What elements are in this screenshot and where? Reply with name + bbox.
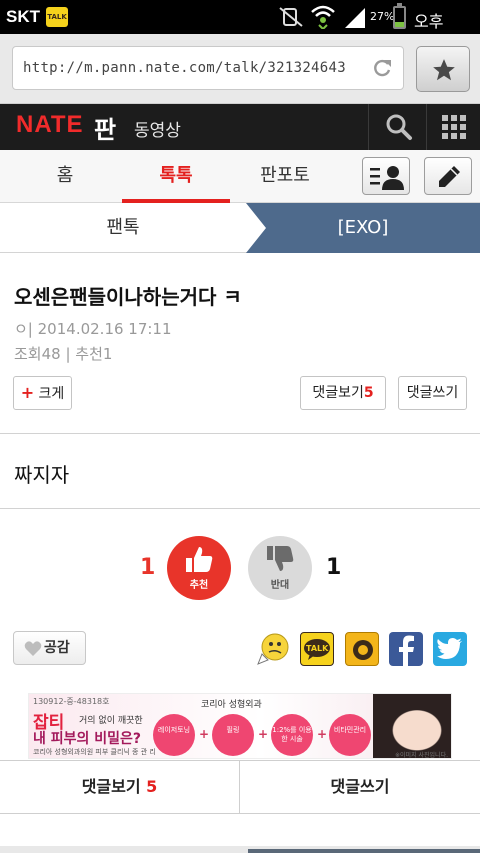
ad-plus: + bbox=[258, 727, 269, 741]
view-comments-button[interactable]: 댓글보기5 bbox=[300, 376, 386, 410]
tab-label: 홈 bbox=[56, 165, 74, 186]
my-page-button[interactable] bbox=[362, 157, 410, 195]
page-footer-strip bbox=[0, 846, 480, 853]
post-body: 짜지자 bbox=[14, 463, 70, 487]
view-comments-label: 댓글보기 bbox=[81, 777, 141, 796]
battery-percent: 27% bbox=[370, 10, 395, 23]
breadcrumb-parent[interactable]: 팬톡 bbox=[0, 203, 246, 253]
thumbs-up-icon bbox=[186, 547, 213, 572]
bottom-view-comments-button[interactable]: 댓글보기 5 bbox=[0, 761, 239, 814]
ad-line3: 코리아 성형외과의원 피부 클리닉 종 관 리 bbox=[33, 748, 156, 756]
url-text: http://m.pann.nate.com/talk/321324643 bbox=[23, 60, 346, 76]
battery-icon bbox=[393, 3, 406, 29]
kakaotalk-share-button[interactable]: TALK bbox=[300, 632, 334, 666]
kakaostory-icon bbox=[353, 640, 373, 660]
author-mark: ㅇ| bbox=[14, 320, 33, 338]
main-tabs: 홈 톡톡 판포토 bbox=[0, 150, 480, 203]
breadcrumb: 팬톡 [EXO] bbox=[0, 203, 480, 253]
post-meta: ㅇ| 2014.02.16 17:11 bbox=[14, 318, 172, 339]
grid-menu-icon[interactable] bbox=[442, 115, 466, 139]
tab-label: 톡톡 bbox=[159, 165, 193, 186]
emoticon-icon bbox=[257, 633, 289, 665]
divider bbox=[0, 508, 480, 509]
tab-label: 판포토 bbox=[260, 165, 310, 186]
header-divider bbox=[368, 104, 369, 150]
ad-plus: + bbox=[317, 727, 328, 741]
oppose-count: 1 bbox=[326, 555, 342, 580]
post-stats: 조회48 | 추천1 bbox=[14, 345, 113, 363]
like-label: 공감 bbox=[44, 640, 70, 656]
browser-toolbar: http://m.pann.nate.com/talk/321324643 bbox=[0, 34, 480, 104]
kakaotalk-label: TALK bbox=[306, 644, 329, 653]
view-comments-label: 댓글보기 bbox=[312, 385, 364, 401]
mute-vibrate-icon bbox=[279, 7, 303, 27]
breadcrumb-current[interactable]: [EXO] bbox=[246, 203, 480, 253]
search-icon[interactable] bbox=[385, 113, 413, 141]
status-bar: SKT TALK 27% 오후 5:14 bbox=[0, 0, 480, 51]
post-date: 2014.02.16 17:11 bbox=[37, 320, 172, 338]
nate-logo[interactable]: NATE bbox=[16, 111, 84, 139]
comment-count: 5 bbox=[363, 385, 374, 401]
ad-code: 130912-중-48318호 bbox=[33, 697, 110, 706]
write-comment-button[interactable]: 댓글쓰기 bbox=[398, 376, 467, 410]
twitter-icon bbox=[437, 638, 462, 659]
post-title: 오센은팬들이나하는거다 ㅋ bbox=[14, 285, 242, 309]
my-profile-icon bbox=[370, 166, 404, 190]
video-link[interactable]: 동영상 bbox=[134, 116, 181, 141]
kakaotalk-notification-icon: TALK bbox=[46, 7, 68, 27]
thumbs-down-icon bbox=[267, 546, 294, 571]
emoticon-share-button[interactable] bbox=[256, 632, 290, 666]
facebook-share-button[interactable] bbox=[389, 632, 423, 666]
ad-step: 1:2%를 이용한 시술 bbox=[271, 714, 313, 756]
divider bbox=[0, 433, 480, 434]
oppose-button[interactable]: 반대 bbox=[248, 536, 312, 600]
ad-step: 필링 bbox=[212, 714, 254, 756]
wifi-icon bbox=[311, 5, 335, 29]
header-divider bbox=[426, 104, 427, 150]
ad-step: 레이저토닝 bbox=[153, 714, 195, 756]
font-size-label: 크게 bbox=[38, 386, 65, 402]
ad-clinic: 코리아 성형외과 bbox=[201, 700, 262, 710]
recommend-label: 추천 bbox=[189, 580, 209, 591]
write-comment-label: 댓글쓰기 bbox=[406, 385, 459, 401]
url-field[interactable]: http://m.pann.nate.com/talk/321324643 bbox=[12, 46, 404, 90]
write-button[interactable] bbox=[424, 157, 472, 195]
comment-count: 5 bbox=[146, 777, 158, 796]
bottom-write-comment-button[interactable]: 댓글쓰기 bbox=[240, 761, 480, 814]
ad-headline-sub: 거의 없이 깨끗한 bbox=[79, 716, 143, 726]
like-button[interactable]: 공감 bbox=[13, 631, 86, 665]
tab-talk[interactable]: 톡톡 bbox=[122, 150, 230, 203]
font-size-button[interactable]: + 크게 bbox=[13, 376, 72, 410]
bookmark-star-icon bbox=[433, 59, 455, 81]
ad-line2: 내 피부의 비밀은? bbox=[33, 731, 142, 747]
recommend-count: 1 bbox=[140, 555, 156, 580]
facebook-icon bbox=[399, 635, 414, 666]
write-pencil-icon bbox=[439, 166, 460, 187]
twitter-share-button[interactable] bbox=[433, 632, 467, 666]
ad-step: 비타민관리 bbox=[329, 714, 371, 756]
tab-home[interactable]: 홈 bbox=[8, 150, 122, 203]
signal-icon bbox=[345, 8, 365, 28]
write-comment-label: 댓글쓰기 bbox=[330, 777, 390, 796]
recommend-button[interactable]: 추천 bbox=[167, 536, 231, 600]
heart-icon bbox=[24, 641, 42, 656]
pann-logo[interactable]: 판 bbox=[94, 110, 116, 145]
ad-banner[interactable]: 130912-중-48318호 코리아 성형외과 잡티 거의 없이 깨끗한 내 … bbox=[28, 693, 452, 759]
bookmark-button[interactable] bbox=[416, 46, 470, 92]
reload-icon[interactable] bbox=[371, 57, 393, 79]
site-header: NATE 판 동영상 bbox=[0, 104, 480, 150]
ad-plus: + bbox=[199, 727, 210, 741]
plus-icon: + bbox=[20, 383, 35, 402]
kakaostory-share-button[interactable] bbox=[345, 632, 379, 666]
tab-pann-photo[interactable]: 판포토 bbox=[230, 150, 340, 203]
ad-note: ※이미지 사진입니다. bbox=[395, 752, 449, 759]
bottom-actions: 댓글보기 5 댓글쓰기 bbox=[0, 760, 480, 814]
carrier-label: SKT bbox=[6, 7, 40, 26]
oppose-label: 반대 bbox=[270, 580, 290, 591]
